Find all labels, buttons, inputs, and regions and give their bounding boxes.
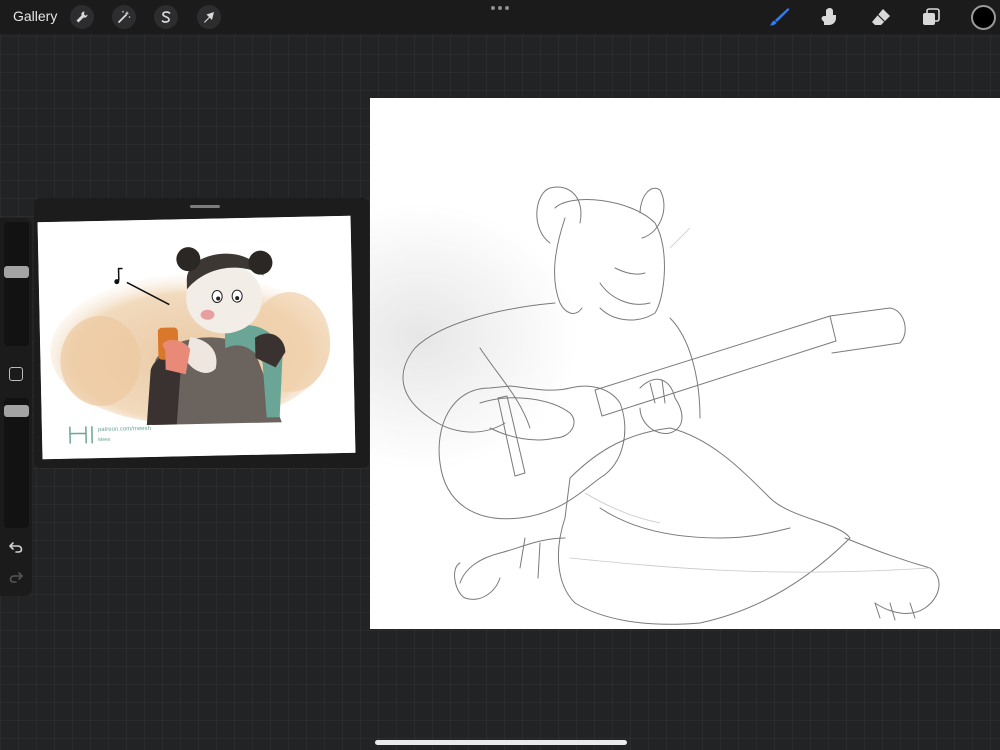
reference-image: patreon.com/meesh Mees: [37, 215, 356, 460]
opacity-slider-thumb[interactable]: [4, 405, 29, 417]
opossum-illustration: patreon.com/meesh Mees: [37, 215, 356, 460]
watermark-text: patreon.com/meesh: [98, 426, 151, 433]
more-options-button[interactable]: [491, 6, 509, 12]
smudge-tool-button[interactable]: [816, 5, 842, 29]
reference-drag-handle[interactable]: [190, 205, 220, 208]
brush-size-slider-thumb[interactable]: [4, 266, 29, 278]
color-picker-button[interactable]: [971, 5, 996, 30]
eraser-icon: [872, 9, 890, 25]
home-indicator[interactable]: [375, 740, 627, 745]
adjustments-button[interactable]: [112, 5, 136, 29]
actions-button[interactable]: [70, 5, 94, 29]
drawing-canvas[interactable]: [370, 98, 1000, 629]
brush-icon: [770, 8, 790, 26]
gallery-button[interactable]: Gallery: [13, 8, 57, 24]
transform-button[interactable]: [197, 5, 221, 29]
top-toolbar: Gallery: [0, 0, 1000, 34]
magic-wand-icon: [118, 11, 131, 23]
redo-button[interactable]: [8, 569, 24, 585]
arrow-cursor-icon: [204, 12, 214, 23]
layers-button[interactable]: [918, 5, 944, 29]
redo-icon: [9, 572, 23, 583]
modify-button[interactable]: [9, 367, 23, 381]
brush-tool-button[interactable]: [766, 5, 792, 29]
undo-icon: [9, 542, 23, 553]
wrench-icon: [76, 11, 88, 23]
brush-size-slider[interactable]: [4, 222, 29, 346]
undo-button[interactable]: [8, 539, 24, 555]
selection-s-icon: [161, 11, 171, 23]
watermark-subtext: Mees: [98, 437, 111, 443]
layers-icon: [923, 8, 940, 25]
guitar-player-sketch: [370, 98, 1000, 629]
eraser-tool-button[interactable]: [868, 5, 894, 29]
smudge-icon: [821, 7, 836, 25]
left-sidebar: [0, 218, 32, 596]
selection-button[interactable]: [154, 5, 178, 29]
opacity-slider[interactable]: [4, 398, 29, 528]
reference-window[interactable]: patreon.com/meesh Mees: [34, 198, 369, 468]
